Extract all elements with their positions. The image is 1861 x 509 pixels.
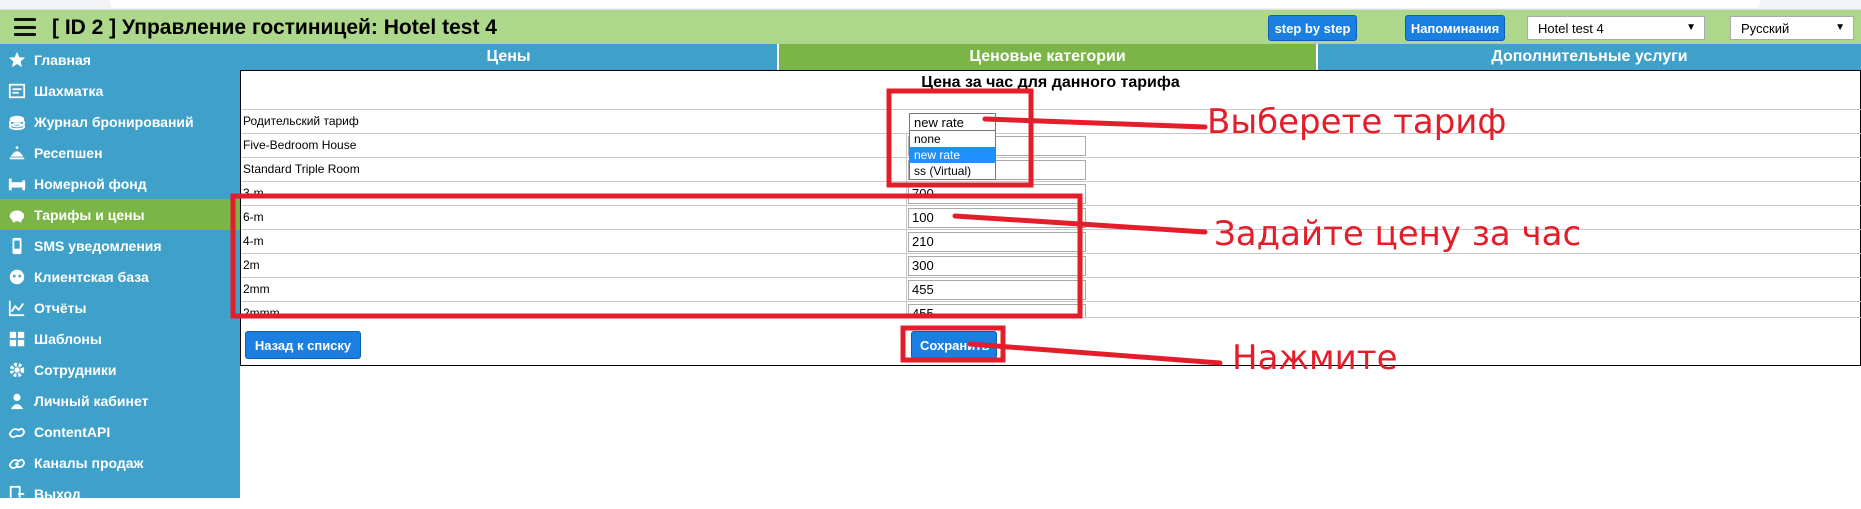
sidebar-item-staff[interactable]: Сотрудники <box>0 354 240 385</box>
chart-icon <box>0 299 34 317</box>
price-form: Цена за час для данного тарифа Родительс… <box>240 70 1861 366</box>
price-input[interactable]: 700 <box>908 184 1086 204</box>
sidebar-item-chessboard[interactable]: Шахматка <box>0 75 240 106</box>
annotation-set-price: Задайте цену за час <box>1214 214 1582 254</box>
row-divider <box>241 317 1861 318</box>
price-input[interactable]: 100 <box>908 208 1086 228</box>
sidebar-item-reports[interactable]: Отчёты <box>0 292 240 323</box>
sidebar-item-contentapi[interactable]: ContentAPI <box>0 416 240 447</box>
sidebar-item-booking-log[interactable]: Журнал бронирований <box>0 106 240 137</box>
sidebar-item-label: Главная <box>34 51 91 68</box>
sidebar-item-label: SMS уведомления <box>34 237 162 254</box>
chessboard-icon <box>0 82 34 100</box>
sidebar-item-sms[interactable]: SMS уведомления <box>0 230 240 261</box>
channels-icon <box>0 454 34 472</box>
sidebar-item-channels[interactable]: Каналы продаж <box>0 447 240 478</box>
language-select[interactable]: Русский ▼ <box>1730 16 1854 40</box>
template-icon <box>0 330 34 348</box>
save-button[interactable]: Сохранить <box>911 331 997 359</box>
api-icon <box>0 423 34 441</box>
menu-icon[interactable] <box>14 18 36 36</box>
piggy-bank-icon <box>0 206 34 224</box>
sidebar: Главная Шахматка Журнал бронирований Рес… <box>0 44 240 502</box>
table-row: 6-m 100 <box>241 205 1861 230</box>
annotation-choose-rate: Выберете тариф <box>1207 102 1507 142</box>
sidebar-item-rates[interactable]: Тарифы и цены <box>0 199 240 230</box>
sidebar-item-label: Клиентская база <box>34 268 149 285</box>
tab-extra-services[interactable]: Дополнительные услуги <box>1318 44 1861 70</box>
sidebar-item-logout[interactable]: Выход <box>0 478 240 509</box>
row-label: 2mm <box>243 282 270 296</box>
browser-chrome <box>0 0 1861 10</box>
user-icon <box>0 392 34 410</box>
parent-rate-dropdown: none new rate ss (Virtual) <box>909 130 996 180</box>
top-bar: [ ID 2 ] Управление гостиницей: Hotel te… <box>0 10 1861 44</box>
table-row: 2mm 455 <box>241 277 1861 302</box>
dropdown-option[interactable]: ss (Virtual) <box>910 163 995 179</box>
row-label: 4-m <box>243 234 264 248</box>
sidebar-item-label: Номерной фонд <box>34 175 147 192</box>
bed-icon <box>0 175 34 193</box>
booking-log-icon <box>0 113 34 131</box>
dropdown-option-selected[interactable]: new rate <box>910 147 995 163</box>
sidebar-item-label: ContentAPI <box>34 423 111 440</box>
row-label: Standard Triple Room <box>243 162 360 176</box>
parent-rate-label: Родительский тариф <box>243 114 359 128</box>
parent-rate-row: Родительский тариф new rate <box>241 109 1861 133</box>
step-by-step-button[interactable]: step by step <box>1268 15 1357 41</box>
sidebar-item-account[interactable]: Личный кабинет <box>0 385 240 416</box>
clients-icon <box>0 268 34 286</box>
table-row: 2mmm 455 <box>241 301 1861 317</box>
language-select-value: Русский <box>1741 20 1790 36</box>
tab-prices[interactable]: Цены <box>240 44 779 70</box>
table-row: Five-Bedroom House <box>241 133 1861 158</box>
sidebar-item-clients[interactable]: Клиентская база <box>0 261 240 292</box>
table-row: 4-m 210 <box>241 229 1861 254</box>
exit-icon <box>0 485 34 503</box>
sidebar-item-templates[interactable]: Шаблоны <box>0 323 240 354</box>
page-title: [ ID 2 ] Управление гостиницей: Hotel te… <box>52 16 497 39</box>
price-input[interactable]: 300 <box>908 256 1086 276</box>
table-row: 2m 300 <box>241 253 1861 278</box>
sidebar-item-label: Журнал бронирований <box>34 113 194 130</box>
reminders-button[interactable]: Напоминания <box>1405 15 1505 41</box>
sidebar-item-label: Каналы продаж <box>34 454 144 471</box>
hotel-select-value: Hotel test 4 <box>1538 20 1604 36</box>
sidebar-item-reception[interactable]: Ресепшен <box>0 137 240 168</box>
price-input[interactable]: 455 <box>908 280 1086 300</box>
row-label: 3-m <box>243 186 264 200</box>
row-label: 2mmm <box>243 306 280 317</box>
tab-bar: Цены Ценовые категории Дополнительные ус… <box>240 44 1861 70</box>
table-row: Standard Triple Room <box>241 157 1861 182</box>
sidebar-item-label: Шахматка <box>34 82 104 99</box>
row-label: Five-Bedroom House <box>243 138 357 152</box>
sidebar-item-label: Личный кабинет <box>34 392 149 409</box>
star-icon <box>0 51 34 69</box>
price-input[interactable]: 455 <box>908 304 1086 317</box>
caret-down-icon: ▼ <box>1686 22 1696 33</box>
sidebar-item-label: Выход <box>34 485 81 502</box>
form-title: Цена за час для данного тарифа <box>921 74 1180 91</box>
row-label: 2m <box>243 258 260 272</box>
sidebar-item-rooms[interactable]: Номерной фонд <box>0 168 240 199</box>
price-input[interactable]: 210 <box>908 232 1086 252</box>
address-bar[interactable] <box>110 0 1760 8</box>
sidebar-item-main[interactable]: Главная <box>0 44 240 75</box>
sidebar-item-label: Сотрудники <box>34 361 117 378</box>
tab-price-categories[interactable]: Ценовые категории <box>779 44 1318 70</box>
sms-icon <box>0 237 34 255</box>
sidebar-item-label: Шаблоны <box>34 330 102 347</box>
annotation-press: Нажмите <box>1232 338 1398 378</box>
sidebar-item-label: Отчёты <box>34 299 87 316</box>
back-to-list-button[interactable]: Назад к списку <box>245 331 361 359</box>
table-row: 3-m 700 <box>241 181 1861 206</box>
hotel-select[interactable]: Hotel test 4 ▼ <box>1527 16 1705 40</box>
sidebar-item-label: Ресепшен <box>34 144 103 161</box>
caret-down-icon: ▼ <box>1835 22 1845 33</box>
sidebar-item-label: Тарифы и цены <box>34 206 145 223</box>
row-label: 6-m <box>243 210 264 224</box>
dropdown-option[interactable]: none <box>910 131 995 147</box>
gear-icon <box>0 361 34 379</box>
reception-icon <box>0 144 34 162</box>
